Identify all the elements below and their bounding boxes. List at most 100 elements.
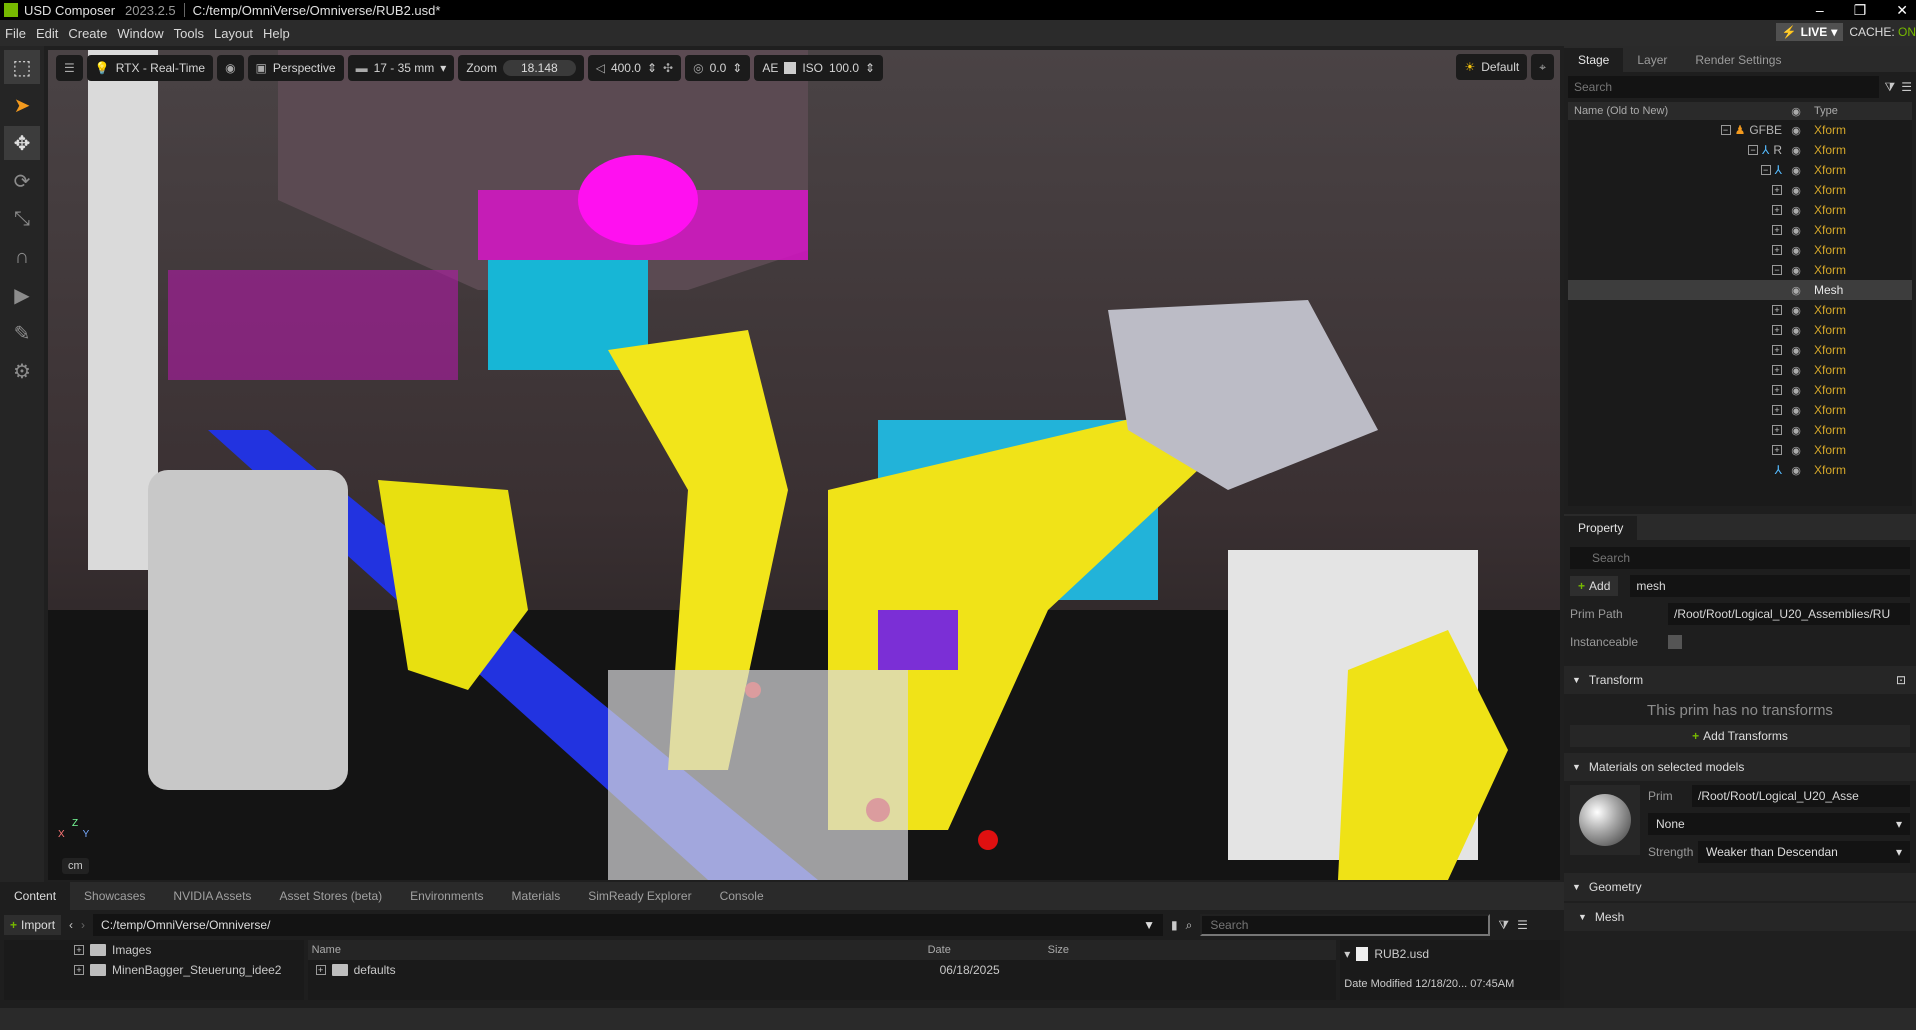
stage-row[interactable]: + ◉ Xform — [1568, 400, 1912, 420]
tab-environments[interactable]: Environments — [396, 882, 497, 910]
viewport[interactable]: ☰ 💡 RTX - Real-Time ◉ ▣ Perspective ▬ 17 - … — [48, 50, 1560, 880]
eye-icon[interactable]: ◉ — [1786, 444, 1806, 457]
spinner-icon[interactable]: ⇕ — [647, 61, 657, 75]
tab-materials[interactable]: Materials — [498, 882, 575, 910]
transform-section-header[interactable]: ▼ Transform ⊡ — [1564, 666, 1916, 694]
stage-row[interactable]: + ◉ Xform — [1568, 180, 1912, 200]
geometry-section-header[interactable]: ▼ Geometry — [1564, 873, 1916, 901]
add-button[interactable]: + Add — [1570, 576, 1619, 596]
expand-icon[interactable]: + — [1772, 225, 1782, 235]
lighting-button[interactable]: ☀ Default — [1456, 54, 1528, 80]
add-transforms-button[interactable]: + Add Transforms — [1570, 725, 1910, 747]
restore-icon[interactable]: ❐ — [1854, 2, 1867, 19]
select-mode-icon[interactable]: ⬚ — [4, 50, 40, 84]
stage-row[interactable]: + ◉ Xform — [1568, 300, 1912, 320]
bookmark-icon[interactable]: ▮ — [1171, 918, 1178, 932]
eye-icon[interactable]: ◉ — [1786, 464, 1806, 477]
strength-dropdown[interactable]: Weaker than Descendan ▾ — [1698, 841, 1910, 863]
live-button[interactable]: ⚡ LIVE ▾ — [1775, 23, 1844, 41]
forward-arrow-icon[interactable]: › — [81, 918, 85, 932]
eye-icon[interactable]: ◉ — [1786, 184, 1806, 197]
move-icon[interactable]: ✥ — [4, 126, 40, 160]
eye-icon[interactable]: ◉ — [1786, 284, 1806, 297]
expand-icon[interactable]: + — [1772, 385, 1782, 395]
stage-row[interactable]: + ◉ Xform — [1568, 420, 1912, 440]
expand-icon[interactable]: + — [74, 945, 84, 955]
stage-row[interactable]: − ⅄ ◉ Xform — [1568, 160, 1912, 180]
select-arrow-icon[interactable]: ➤ — [4, 88, 40, 122]
crosshair-icon[interactable]: ✣ — [663, 61, 673, 75]
menu-tools[interactable]: Tools — [169, 26, 209, 41]
stage-row[interactable]: + ◉ Xform — [1568, 200, 1912, 220]
camera-button[interactable]: ▣ Perspective — [247, 55, 344, 81]
tab-showcases[interactable]: Showcases — [70, 882, 159, 910]
expand-icon[interactable]: + — [1772, 425, 1782, 435]
expand-icon[interactable]: + — [1772, 345, 1782, 355]
tab-layer[interactable]: Layer — [1623, 48, 1681, 72]
stage-row[interactable]: + ◉ Xform — [1568, 340, 1912, 360]
menu-edit[interactable]: Edit — [31, 26, 63, 41]
eye-icon[interactable]: ◉ — [1786, 164, 1806, 177]
location-button[interactable]: ⌖ — [1531, 54, 1554, 80]
stage-row[interactable]: + ◉ Xform — [1568, 320, 1912, 340]
eye-icon[interactable]: ◉ — [1786, 244, 1806, 257]
iso-field[interactable]: 100.0 — [829, 61, 859, 75]
stage-row[interactable]: + ◉ Xform — [1568, 220, 1912, 240]
eye-icon[interactable]: ◉ — [1786, 204, 1806, 217]
tab-console[interactable]: Console — [706, 882, 778, 910]
stage-row[interactable]: + ◉ Xform — [1568, 240, 1912, 260]
physics-icon[interactable]: ⚙ — [4, 354, 40, 388]
col-name-header[interactable]: Name — [308, 944, 928, 956]
tab-asset-stores[interactable]: Asset Stores (beta) — [265, 882, 396, 910]
file-row[interactable]: + defaults 06/18/2025 — [308, 960, 1337, 980]
stage-row-selected[interactable]: ◉ Mesh — [1568, 280, 1912, 300]
transform-options-icon[interactable]: ⊡ — [1896, 673, 1906, 687]
col-size-header[interactable]: Size — [1048, 944, 1069, 956]
col-date-header[interactable]: Date — [928, 944, 1048, 956]
collapse-icon[interactable]: − — [1760, 165, 1771, 175]
speed-field[interactable]: 400.0 — [611, 61, 641, 75]
menu-layout[interactable]: Layout — [209, 26, 258, 41]
eye-icon[interactable]: ◉ — [1786, 324, 1806, 337]
tab-simready-explorer[interactable]: SimReady Explorer — [574, 882, 705, 910]
ae-checkbox[interactable] — [784, 62, 797, 74]
collapse-icon[interactable]: − — [1720, 125, 1731, 135]
chevron-down-icon[interactable]: ▼ — [1143, 918, 1155, 932]
tree-item[interactable]: + Images — [4, 940, 304, 960]
paint-brush-icon[interactable]: ✎ — [4, 316, 40, 350]
stage-row[interactable]: ⅄ ◉ Xform — [1568, 460, 1912, 480]
filter-icon[interactable]: ⧩ — [1885, 80, 1896, 95]
tab-property[interactable]: Property — [1564, 516, 1638, 540]
filter-icon[interactable]: ⧩ — [1498, 918, 1509, 933]
col-name-header[interactable]: Name (Old to New) — [1568, 105, 1786, 117]
expand-icon[interactable]: + — [1772, 205, 1782, 215]
stage-row[interactable]: + ◉ Xform — [1568, 360, 1912, 380]
content-search-input[interactable] — [1200, 914, 1491, 936]
tree-item[interactable]: + MinenBagger_Steuerung_idee2 — [4, 960, 304, 980]
snap-magnet-icon[interactable]: ∩ — [4, 240, 40, 274]
chevron-down-icon[interactable]: ▾ — [1344, 947, 1350, 961]
expand-icon[interactable]: + — [1772, 185, 1782, 195]
menu-create[interactable]: Create — [63, 26, 112, 41]
expand-icon[interactable]: + — [1772, 365, 1782, 375]
instanceable-checkbox[interactable] — [1668, 635, 1682, 649]
viewport-settings-button[interactable]: ☰ — [56, 55, 83, 81]
zoom-field[interactable]: 18.148 — [503, 60, 576, 76]
expand-icon[interactable]: + — [315, 965, 326, 975]
eye-icon[interactable]: ◉ — [1786, 344, 1806, 357]
menu-help[interactable]: Help — [258, 26, 295, 41]
back-arrow-icon[interactable]: ‹ — [69, 918, 73, 932]
stage-row[interactable]: − ◉ Xform — [1568, 260, 1912, 280]
stage-row[interactable]: + ◉ Xform — [1568, 380, 1912, 400]
collapse-icon[interactable]: − — [1772, 265, 1782, 275]
eye-icon[interactable]: ◉ — [1786, 224, 1806, 237]
spinner-icon[interactable]: ⇕ — [732, 61, 742, 75]
prim-path-field[interactable]: /Root/Root/Logical_U20_Assemblies/RU — [1668, 603, 1910, 625]
tab-render-settings[interactable]: Render Settings — [1681, 48, 1795, 72]
stage-row[interactable]: + ◉ Xform — [1568, 440, 1912, 460]
visibility-button[interactable]: ◉ — [217, 55, 244, 81]
play-icon[interactable]: ▶ — [4, 278, 40, 312]
stage-row[interactable]: − ♟ GFBE ◉ Xform — [1568, 120, 1912, 140]
options-menu-icon[interactable]: ☰ — [1901, 80, 1912, 94]
eye-icon[interactable]: ◉ — [1786, 144, 1806, 157]
